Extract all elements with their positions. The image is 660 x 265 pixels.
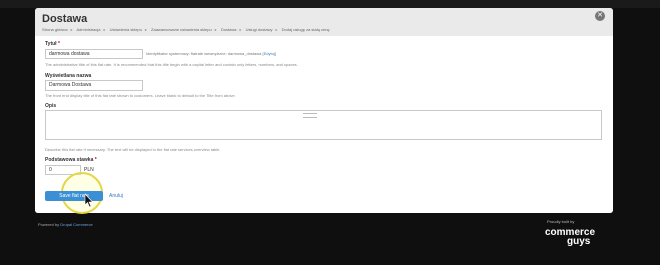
base-rate-label-text: Podstawowa stawka xyxy=(45,157,94,163)
description-textarea[interactable] xyxy=(45,110,602,140)
close-icon[interactable]: ✕ xyxy=(595,11,605,21)
display-title-input[interactable]: Darmowa Dostawa xyxy=(45,80,143,91)
logo-line-2: guys xyxy=(567,236,591,247)
breadcrumb-item[interactable]: Strona główna xyxy=(42,27,68,32)
machine-name-text: Identyfikator systemowy: flatrate wewnęt… xyxy=(146,51,262,56)
mouse-pointer-icon xyxy=(84,194,94,208)
machine-name-edit-link[interactable]: Edytuj xyxy=(264,51,275,56)
breadcrumb-item[interactable]: Dostawa xyxy=(221,27,237,32)
title-description: The administrative title of this flat ra… xyxy=(45,62,298,67)
base-rate-label: Podstawowa stawka * xyxy=(45,157,97,163)
required-mark: * xyxy=(57,41,60,47)
breadcrumb-item[interactable]: Ustawienia sklepu xyxy=(110,27,142,32)
title-input[interactable]: darmowa dostawa xyxy=(45,49,143,59)
breadcrumb-item[interactable]: Administracja xyxy=(76,27,100,32)
description-label: Opis xyxy=(45,103,57,109)
required-mark: * xyxy=(94,157,97,163)
title-label: Tytuł * xyxy=(45,41,60,47)
breadcrumb: Strona główna ▸ Administracja ▸ Ustawienia… xyxy=(42,27,333,32)
page-top-band xyxy=(0,0,660,8)
breadcrumb-separator-icon: ▸ xyxy=(275,27,278,32)
breadcrumb-separator-icon: ▸ xyxy=(214,27,217,32)
breadcrumb-separator-icon: ▸ xyxy=(144,27,147,32)
title-label-text: Tytuł xyxy=(45,41,57,47)
breadcrumb-separator-icon: ▸ xyxy=(70,27,73,32)
display-title-label: Wyświetlana nazwa xyxy=(45,73,92,79)
breadcrumb-item[interactable]: Usługi dostawy xyxy=(246,27,273,32)
description-help: Describe this flat rate if necessary. Th… xyxy=(45,147,221,152)
breadcrumb-item[interactable]: Dodaj usługę za stałą cenę xyxy=(282,27,330,32)
dialog-header: Dostawa ✕ Strona główna ▸ Administracja ▸ … xyxy=(35,8,613,37)
proudly-built-by: Proudly built by xyxy=(547,219,575,224)
breadcrumb-item[interactable]: Zaawansowane ustawienia sklepu xyxy=(151,27,212,32)
commerce-guys-logo[interactable]: commerce guys xyxy=(545,228,595,247)
display-title-description: The front end display title of this flat… xyxy=(45,93,236,98)
cancel-link[interactable]: Anuluj xyxy=(109,193,123,199)
powered-by: Powered by Drupal Commerce xyxy=(38,222,93,227)
powered-by-prefix: Powered by xyxy=(38,222,60,227)
machine-name-note: Identyfikator systemowy: flatrate wewnęt… xyxy=(146,51,276,56)
save-flat-rate-button[interactable]: Save flat rate xyxy=(45,191,103,201)
dialog-title: Dostawa xyxy=(42,13,88,25)
breadcrumb-separator-icon: ▸ xyxy=(239,27,242,32)
drupal-commerce-link[interactable]: Drupal Commerce xyxy=(60,222,92,227)
breadcrumb-separator-icon: ▸ xyxy=(103,27,106,32)
textarea-resize-grip[interactable] xyxy=(303,113,317,118)
